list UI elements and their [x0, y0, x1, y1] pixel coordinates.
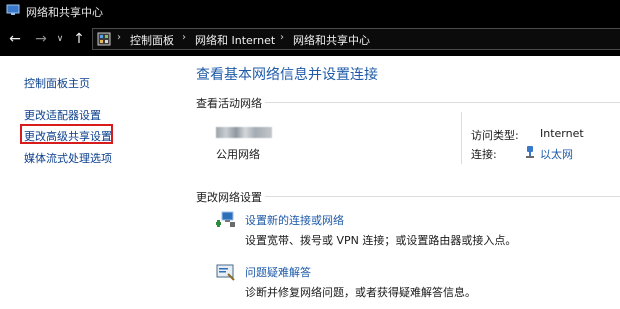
title-bar: 网络和共享中心: [0, 0, 620, 22]
breadcrumb-separator-icon: ›: [117, 32, 121, 43]
access-type-value: Internet: [540, 127, 584, 140]
breadcrumb-network-internet[interactable]: 网络和 Internet: [195, 32, 275, 48]
network-setup-icon: [216, 211, 235, 227]
control-panel-icon: [97, 32, 111, 46]
troubleshoot-link[interactable]: 问题疑难解答: [245, 264, 311, 280]
window-title: 网络和共享中心: [26, 6, 103, 19]
breadcrumb-separator-icon: ›: [182, 32, 186, 43]
network-type-label: 公用网络: [216, 148, 260, 161]
breadcrumb-control-panel[interactable]: 控制面板: [130, 32, 174, 48]
breadcrumb-network-sharing-center[interactable]: 网络和共享中心: [293, 32, 370, 48]
section-divider: [265, 196, 620, 197]
change-settings-heading: 更改网络设置: [196, 191, 262, 204]
forward-arrow-icon[interactable]: →: [32, 30, 50, 48]
troubleshoot-description: 诊断并修复网络问题，或者获得疑难解答信息。: [245, 286, 476, 299]
network-center-icon: [6, 4, 20, 15]
ethernet-icon: [526, 146, 534, 158]
page-title: 查看基本网络信息并设置连接: [196, 67, 378, 83]
blurred-network-name: [216, 127, 272, 138]
vertical-divider: [461, 112, 462, 164]
address-bar[interactable]: › 控制面板 › 网络和 Internet › 网络和共享中心: [92, 28, 620, 50]
section-divider: [265, 102, 620, 103]
setup-new-connection-link[interactable]: 设置新的连接或网络: [245, 212, 344, 228]
setup-new-connection-description: 设置宽带、拨号或 VPN 连接；或设置路由器或接入点。: [245, 234, 517, 247]
sidebar-item-media-streaming[interactable]: 媒体流式处理选项: [24, 150, 112, 166]
access-type-label: 访问类型:: [471, 129, 519, 142]
back-arrow-icon[interactable]: ←: [6, 30, 24, 48]
breadcrumb-separator-icon: ›: [280, 32, 284, 43]
recent-locations-chevron-icon[interactable]: ∨: [55, 30, 65, 48]
connection-label: 连接:: [471, 148, 497, 161]
sidebar-item-control-panel-home[interactable]: 控制面板主页: [24, 75, 90, 91]
navigation-bar: ← → ∨ ↑ › 控制面板 › 网络和 Internet › 网络和共享中心: [0, 22, 620, 56]
up-arrow-icon[interactable]: ↑: [71, 30, 87, 48]
troubleshoot-icon: [216, 264, 235, 281]
sidebar-item-change-adapter-settings[interactable]: 更改适配器设置: [24, 107, 101, 123]
ethernet-connection-link[interactable]: 以太网: [540, 146, 573, 162]
red-highlight-box: [20, 124, 113, 144]
active-networks-heading: 查看活动网络: [196, 97, 262, 110]
